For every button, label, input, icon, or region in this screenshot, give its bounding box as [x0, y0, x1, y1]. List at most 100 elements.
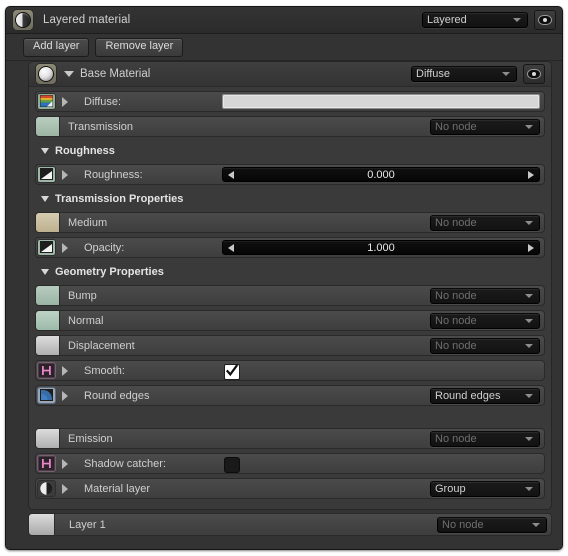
transmission-node-dropdown[interactable]: No node	[430, 119, 540, 135]
decrement-arrow-icon[interactable]	[228, 243, 234, 252]
row-diffuse[interactable]: Diffuse:	[35, 91, 545, 112]
color-swatch-icon[interactable]	[36, 213, 60, 232]
color-swatch-icon[interactable]	[36, 336, 60, 355]
base-material-type-dropdown[interactable]: Diffuse	[411, 66, 517, 82]
opacity-slider[interactable]: 1.000	[222, 240, 540, 255]
transmission-node-value: No node	[435, 121, 477, 133]
chevron-down-icon	[525, 319, 533, 323]
smooth-checkbox[interactable]	[224, 364, 240, 380]
row-label-roughness: Roughness:	[84, 168, 143, 181]
row-label-material-layer: Material layer	[84, 482, 151, 495]
decrement-arrow-icon[interactable]	[228, 170, 234, 179]
row-roughness[interactable]: Roughness: 0.000	[35, 164, 545, 185]
round-edges-icon[interactable]	[37, 387, 56, 404]
displacement-node-dropdown[interactable]: No node	[430, 338, 540, 354]
row-normal[interactable]: Normal No node	[35, 310, 545, 331]
row-label-opacity: Opacity:	[84, 241, 125, 254]
row-label-smooth: Smooth:	[84, 364, 125, 377]
material-layer-node-value: Group	[435, 483, 466, 495]
panel-titlebar: Layered material Layered	[6, 7, 562, 34]
row-spacer	[35, 410, 545, 428]
layer-1-node-value: No node	[442, 519, 484, 531]
layer-1-node-dropdown[interactable]: No node	[437, 517, 547, 533]
base-material-title: Base Material	[80, 68, 151, 80]
medium-node-dropdown[interactable]: No node	[430, 215, 540, 231]
chevron-down-icon	[532, 523, 540, 527]
chevron-down-icon	[525, 294, 533, 298]
expand-arrow-icon[interactable]	[62, 169, 68, 180]
row-material-layer[interactable]: Material layer Group	[35, 478, 545, 499]
round-edges-node-value: Round edges	[435, 390, 501, 402]
float-texture-icon[interactable]	[37, 166, 56, 183]
diffuse-color-swatch[interactable]	[222, 94, 540, 109]
panel-frame: Layered material Layered Add layer Remov…	[5, 6, 563, 550]
normal-node-dropdown[interactable]: No node	[430, 313, 540, 329]
expand-arrow-icon[interactable]	[62, 483, 68, 494]
triangle-down-icon	[41, 269, 49, 275]
float-texture-icon[interactable]	[37, 239, 56, 256]
color-swatch-icon[interactable]	[36, 311, 60, 330]
properties-body: Base Material Diffuse Diffuse: Transmiss…	[6, 61, 562, 549]
group-geometry-properties[interactable]: Geometry Properties	[35, 262, 545, 282]
base-material-visibility-button[interactable]	[523, 64, 545, 84]
row-shadow-catcher[interactable]: Shadow catcher:	[35, 453, 545, 474]
shadow-catcher-checkbox[interactable]	[224, 457, 240, 473]
remove-layer-button[interactable]: Remove layer	[95, 37, 184, 57]
visibility-toggle-button[interactable]	[534, 10, 556, 30]
base-material-header[interactable]: Base Material Diffuse	[29, 62, 551, 87]
add-layer-button[interactable]: Add layer	[23, 37, 90, 57]
roughness-slider[interactable]: 0.000	[222, 167, 540, 182]
expand-arrow-icon[interactable]	[62, 390, 68, 401]
material-layer-node-dropdown[interactable]: Group	[430, 481, 540, 497]
increment-arrow-icon[interactable]	[528, 170, 534, 179]
group-roughness[interactable]: Roughness	[35, 141, 545, 161]
expand-arrow-icon[interactable]	[62, 96, 68, 107]
emission-node-dropdown[interactable]: No node	[430, 431, 540, 447]
row-label-normal: Normal	[68, 314, 104, 327]
material-ball-icon[interactable]	[37, 480, 56, 497]
eye-icon	[538, 15, 552, 25]
row-emission[interactable]: Emission No node	[35, 428, 545, 449]
group-label-roughness: Roughness	[55, 145, 115, 157]
row-smooth[interactable]: Smooth:	[35, 360, 545, 381]
base-material-rows: Diffuse: Transmission No node Roughness …	[29, 87, 551, 509]
layer-1-label: Layer 1	[69, 518, 106, 531]
color-swatch-icon[interactable]	[36, 286, 60, 305]
row-label-shadow-catcher: Shadow catcher:	[84, 457, 166, 470]
expand-arrow-icon[interactable]	[62, 365, 68, 376]
color-swatch-icon[interactable]	[36, 117, 60, 136]
material-type-value: Layered	[427, 14, 467, 26]
triangle-down-icon	[41, 196, 49, 202]
bool-node-icon[interactable]	[37, 362, 56, 379]
group-label-transmission-properties: Transmission Properties	[55, 193, 184, 205]
normal-node-value: No node	[435, 315, 477, 327]
bool-node-icon[interactable]	[37, 455, 56, 472]
triangle-down-icon[interactable]	[64, 71, 74, 77]
expand-arrow-icon[interactable]	[62, 242, 68, 253]
chevron-down-icon	[525, 125, 533, 129]
row-bump[interactable]: Bump No node	[35, 285, 545, 306]
row-transmission[interactable]: Transmission No node	[35, 116, 545, 137]
color-swatch-icon[interactable]	[36, 429, 60, 448]
image-texture-icon[interactable]	[37, 93, 56, 110]
eye-icon	[527, 69, 541, 79]
opacity-value: 1.000	[367, 241, 395, 254]
layer-1-row[interactable]: Layer 1 No node	[28, 513, 552, 536]
increment-arrow-icon[interactable]	[528, 243, 534, 252]
row-displacement[interactable]: Displacement No node	[35, 335, 545, 356]
round-edges-node-dropdown[interactable]: Round edges	[430, 388, 540, 404]
material-editor-window: Layered material Layered Add layer Remov…	[0, 0, 568, 556]
color-swatch-icon[interactable]	[29, 514, 55, 535]
page-title: Layered material	[43, 14, 131, 26]
layer-toolbar: Add layer Remove layer	[6, 34, 562, 61]
group-transmission-properties[interactable]: Transmission Properties	[35, 189, 545, 209]
material-ball-icon	[35, 63, 57, 85]
row-label-transmission: Transmission	[68, 120, 133, 133]
row-medium[interactable]: Medium No node	[35, 212, 545, 233]
row-label-round-edges: Round edges	[84, 389, 150, 402]
row-opacity[interactable]: Opacity: 1.000	[35, 237, 545, 258]
expand-arrow-icon[interactable]	[62, 458, 68, 469]
material-type-dropdown[interactable]: Layered	[422, 12, 528, 28]
bump-node-dropdown[interactable]: No node	[430, 288, 540, 304]
row-round-edges[interactable]: Round edges Round edges	[35, 385, 545, 406]
